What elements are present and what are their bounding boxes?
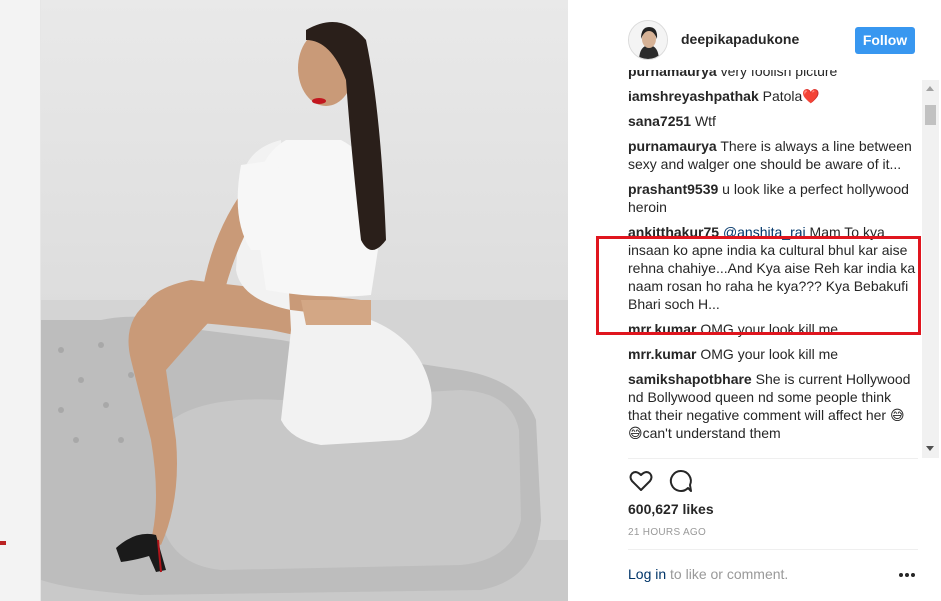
scroll-up-arrow-icon[interactable]	[926, 86, 934, 91]
scroll-down-arrow-icon[interactable]	[926, 446, 934, 451]
comment-username[interactable]: purnamaurya	[628, 70, 717, 79]
post-photo[interactable]	[41, 0, 568, 601]
comment-username[interactable]: samikshapotbhare	[628, 371, 752, 387]
avatar-portrait-icon	[629, 21, 667, 59]
heart-icon[interactable]	[628, 468, 654, 494]
comment-text: OMG your look kill me	[700, 346, 839, 362]
comment-username[interactable]: sana7251	[628, 113, 691, 129]
login-prompt-text: to like or comment.	[666, 566, 789, 582]
comment-bubble-icon[interactable]	[668, 468, 694, 494]
comment-item: purnamaurya There is always a line betwe…	[628, 137, 918, 173]
post-timestamp[interactable]: 21 HOURS AGO	[628, 527, 706, 538]
comment-username[interactable]: iamshreyashpathak	[628, 88, 759, 104]
post-header: deepikapadukone Follow	[568, 0, 941, 80]
post-sidebar: deepikapadukone Follow purnamaurya very …	[568, 0, 941, 601]
comment-username[interactable]: mrr.kumar	[628, 346, 696, 362]
comment-text: very foolish picture	[720, 70, 838, 79]
comments-scrollbar[interactable]	[922, 80, 939, 458]
comment-item: ankitthakur75 @anshita_rai Mam To kya in…	[628, 223, 918, 313]
page-left-edge	[0, 0, 41, 601]
comment-item: prashant9539 u look like a perfect holly…	[628, 180, 918, 216]
comment-text: Wtf	[694, 113, 716, 129]
comment-item: mrr.kumar OMG your look kill me	[628, 345, 918, 363]
comments-section[interactable]: purnamaurya very foolish picture iamshrey…	[628, 70, 918, 458]
comment-text: OMG your look kill me	[700, 321, 839, 337]
likes-count[interactable]: 600,627 likes	[628, 501, 714, 517]
photo-illustration	[41, 22, 568, 601]
scroll-thumb[interactable]	[925, 105, 936, 125]
login-link[interactable]: Log in	[628, 566, 666, 582]
post-username[interactable]: deepikapadukone	[681, 31, 799, 47]
login-prompt: Log in to like or comment.	[628, 566, 788, 582]
comment-item: iamshreyashpathak Patola❤️	[628, 87, 918, 105]
comment-item: sana7251 Wtf	[628, 112, 918, 130]
edge-mark	[0, 541, 6, 545]
comment-text: Patola❤️	[762, 88, 820, 104]
avatar[interactable]	[628, 20, 668, 60]
comment-item: purnamaurya very foolish picture	[628, 70, 918, 80]
actions-divider	[628, 458, 918, 459]
comment-username[interactable]: prashant9539	[628, 181, 718, 197]
comments-list: purnamaurya very foolish picture iamshrey…	[628, 70, 918, 449]
login-divider	[628, 549, 918, 550]
comment-username[interactable]: mrr.kumar	[628, 321, 696, 337]
more-options-icon[interactable]	[899, 572, 915, 578]
comment-item: mrr.kumar OMG your look kill me	[628, 320, 918, 338]
comment-username[interactable]: ankitthakur75	[628, 224, 719, 240]
comment-item: samikshapotbhare She is current Hollywoo…	[628, 370, 918, 442]
follow-button[interactable]: Follow	[855, 27, 915, 54]
comment-username[interactable]: purnamaurya	[628, 138, 717, 154]
comment-mention[interactable]: @anshita_rai	[723, 224, 806, 240]
